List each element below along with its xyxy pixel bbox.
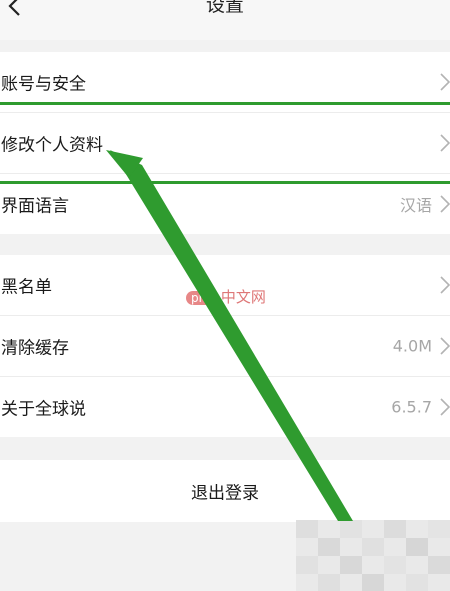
chevron-right-icon bbox=[440, 337, 450, 355]
watermark: php 中文网 bbox=[186, 286, 266, 307]
row-label: 关于全球说 bbox=[1, 399, 86, 420]
highlight-line-bottom bbox=[0, 181, 450, 184]
settings-row-about[interactable]: 关于全球说 6.5.7 bbox=[0, 377, 450, 437]
page-title: 设置 bbox=[205, 0, 244, 16]
settings-group-account: 账号与安全 修改个人资料 界面语言 汉语 bbox=[0, 52, 450, 234]
row-value: 6.5.7 bbox=[391, 397, 432, 417]
header-bar: 设置 bbox=[0, 0, 450, 40]
row-label: 黑名单 bbox=[1, 277, 52, 298]
settings-group-misc: 黑名单 清除缓存 4.0M 关于全球说 6.5.7 bbox=[0, 255, 450, 437]
chevron-right-icon bbox=[440, 73, 450, 91]
highlight-line-top bbox=[0, 102, 450, 105]
logout-button[interactable]: 退出登录 bbox=[0, 460, 450, 522]
logout-label: 退出登录 bbox=[191, 483, 259, 504]
chevron-right-icon bbox=[440, 134, 450, 152]
settings-row-edit-profile[interactable]: 修改个人资料 bbox=[0, 113, 450, 174]
chevron-right-icon bbox=[440, 276, 450, 294]
row-value: 汉语 bbox=[399, 196, 432, 215]
row-label: 界面语言 bbox=[1, 196, 69, 217]
chevron-right-icon bbox=[440, 195, 450, 213]
row-label: 清除缓存 bbox=[1, 338, 69, 359]
watermark-text: 中文网 bbox=[220, 288, 266, 306]
row-value: 4.0M bbox=[392, 336, 432, 356]
row-label: 修改个人资料 bbox=[1, 135, 103, 156]
mosaic-blur bbox=[296, 520, 450, 591]
chevron-right-icon bbox=[440, 398, 450, 416]
settings-row-clear-cache[interactable]: 清除缓存 4.0M bbox=[0, 316, 450, 377]
row-label: 账号与安全 bbox=[1, 74, 86, 95]
watermark-badge: php bbox=[186, 291, 219, 305]
